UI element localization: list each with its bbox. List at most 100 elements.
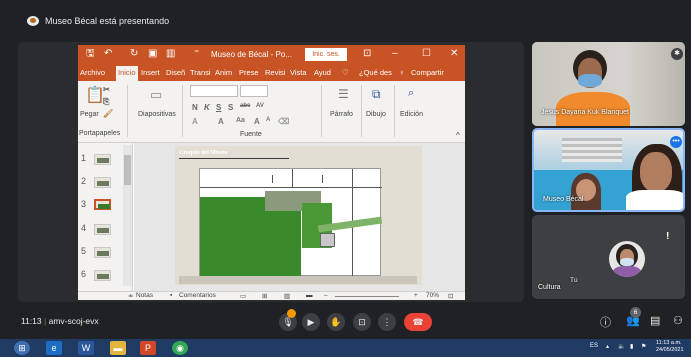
reading-view-icon[interactable]: ▥ [284, 292, 290, 300]
meeting-info-icon[interactable]: ⓘ [600, 314, 611, 330]
close-icon[interactable]: ✕ [450, 48, 458, 59]
slide-thumbnail[interactable] [94, 270, 111, 281]
word-icon[interactable]: W [78, 341, 94, 355]
font-family-select[interactable] [190, 85, 238, 97]
slide-thumbnail-selected[interactable] [94, 199, 111, 210]
thumbnails-scrollbar[interactable] [123, 145, 132, 286]
network-icon[interactable]: ▮ [630, 343, 633, 350]
paragraph-icon[interactable]: ☰ [338, 87, 349, 101]
slide-thumbnail[interactable] [94, 154, 111, 165]
tray-arrow-icon[interactable]: ▴ [606, 343, 609, 350]
participant-video [578, 74, 602, 87]
font-color-icon[interactable]: A [218, 117, 224, 126]
font-color-button[interactable]: A [192, 117, 198, 126]
customize-icon[interactable]: ▥ [166, 49, 175, 59]
start-button[interactable]: ⊞ [14, 341, 30, 355]
tab-archivo[interactable]: Archivo [80, 68, 105, 77]
present-button[interactable]: ⊡ [353, 313, 371, 331]
tab-transiciones[interactable]: Transi [190, 68, 211, 77]
zoom-level[interactable]: 70% [426, 292, 439, 299]
slide-thumbnail[interactable] [94, 224, 111, 235]
current-slide[interactable]: Croquis del Museo [175, 146, 422, 285]
museum-site-plan [199, 168, 383, 277]
slide-sorter-icon[interactable]: ⊞ [262, 292, 267, 300]
participant-tile-museo-becal[interactable]: Museo Bécal ••• [532, 128, 685, 212]
search-icon[interactable]: ⌕ [408, 87, 414, 100]
self-view-tile[interactable]: ! Tú Cultura [532, 215, 685, 299]
tab-revisar[interactable]: Revisi [265, 68, 285, 77]
tab-inicio[interactable]: Inicio [116, 66, 138, 81]
tab-presentacion[interactable]: Prese [239, 68, 259, 77]
tab-ayuda[interactable]: Ayud [314, 68, 331, 77]
notes-button[interactable]: Notas [136, 292, 153, 299]
fit-slide-icon[interactable]: ⊡ [448, 292, 453, 300]
tab-diseno[interactable]: Diseñ [166, 68, 185, 77]
maximize-icon[interactable]: ☐ [422, 48, 431, 59]
more-options-button[interactable]: ⋮ [378, 313, 396, 331]
drawing-icon[interactable]: ⧉ [372, 87, 381, 102]
normal-view-icon[interactable]: ▭ [240, 292, 246, 300]
tab-insertar[interactable]: Insert [141, 68, 160, 77]
strikethrough-button[interactable]: abc [240, 103, 250, 109]
copy-icon[interactable]: ⎘ [103, 97, 109, 107]
alert-icon[interactable]: ! [666, 231, 669, 242]
zoom-out-icon[interactable]: – [324, 292, 328, 299]
clipboard-group-label: Portapapeles [79, 130, 121, 137]
tab-vista[interactable]: Vista [290, 68, 307, 77]
thumbnail-number: 2 [81, 176, 87, 186]
taskbar-clock[interactable]: 11:13 a.m. 24/05/2021 [656, 340, 684, 354]
meeting-code: amv-scoj-evx [48, 316, 99, 326]
camera-button[interactable]: ▶ [302, 313, 320, 331]
volume-icon[interactable]: 🔈 [618, 343, 625, 350]
collapse-ribbon-icon[interactable]: ^ [456, 131, 460, 140]
comments-button[interactable]: Comentarios [179, 292, 216, 299]
meeting-time: 11:13 [21, 316, 42, 326]
speaking-indicator-icon: ••• [670, 136, 682, 148]
slide-thumbnail[interactable] [94, 247, 111, 258]
paste-icon[interactable]: 📋 [85, 85, 105, 105]
change-case-button[interactable]: Aa [236, 117, 245, 124]
ribbon-display-icon[interactable]: ⊡ [363, 48, 371, 59]
plan-wall [272, 175, 273, 183]
minimize-icon[interactable]: – [392, 48, 398, 59]
grow-font-button[interactable]: A [254, 117, 260, 126]
redo-icon[interactable]: ↻ [130, 49, 138, 59]
underline-button[interactable]: S [216, 103, 221, 112]
language-indicator[interactable]: ES [590, 343, 598, 349]
save-icon[interactable]: 🖫 [86, 49, 95, 59]
file-explorer-icon[interactable]: ▬ [110, 341, 126, 355]
raise-hand-button[interactable]: ✋ [327, 313, 345, 331]
clear-format-icon[interactable]: ⌫ [278, 117, 289, 126]
undo-icon[interactable]: ↶ [104, 49, 112, 59]
more-options-icon[interactable]: ✱ [671, 48, 683, 60]
zoom-in-icon[interactable]: + [414, 292, 418, 299]
bold-button[interactable]: N [192, 103, 198, 112]
share-button[interactable]: Compartir [411, 68, 444, 77]
end-call-button[interactable]: ☎ [404, 313, 432, 331]
chat-icon[interactable]: ▤ [650, 314, 660, 327]
participant-tile-jesus[interactable]: Jesus Dayana Kuk Blanquet ✱ [532, 42, 685, 126]
flag-icon[interactable]: ⚑ [641, 343, 646, 350]
zoom-slider[interactable] [335, 296, 399, 297]
slideshow-icon[interactable]: ▬ [306, 292, 313, 299]
italic-button[interactable]: K [204, 103, 210, 112]
shrink-font-button[interactable]: A [266, 117, 270, 123]
tab-animaciones[interactable]: Anim [215, 68, 232, 77]
quick-access-more-icon[interactable]: ⁼ [194, 49, 199, 59]
activities-icon[interactable]: ⚇ [673, 314, 683, 327]
present-from-start-icon[interactable]: ▣ [148, 49, 157, 59]
format-painter-icon[interactable]: 🖌 [103, 109, 113, 118]
powerpoint-taskbar-icon[interactable]: P [140, 341, 156, 355]
mic-warning-badge [287, 309, 296, 318]
chrome-icon[interactable]: ◉ [172, 341, 188, 355]
font-size-select[interactable] [240, 85, 268, 97]
new-slide-icon[interactable]: ▭ [150, 87, 162, 103]
spacing-button[interactable]: AV [256, 103, 264, 109]
slide-thumbnail[interactable] [94, 177, 111, 188]
ie-icon[interactable]: e [46, 341, 62, 355]
shadow-button[interactable]: S [228, 103, 233, 112]
scrollbar-thumb[interactable] [124, 155, 131, 185]
tell-me-box[interactable]: ¿Qué des [359, 68, 392, 77]
sign-in-button[interactable]: Inic. ses. [305, 48, 347, 61]
cut-icon[interactable]: ✂ [103, 85, 110, 94]
